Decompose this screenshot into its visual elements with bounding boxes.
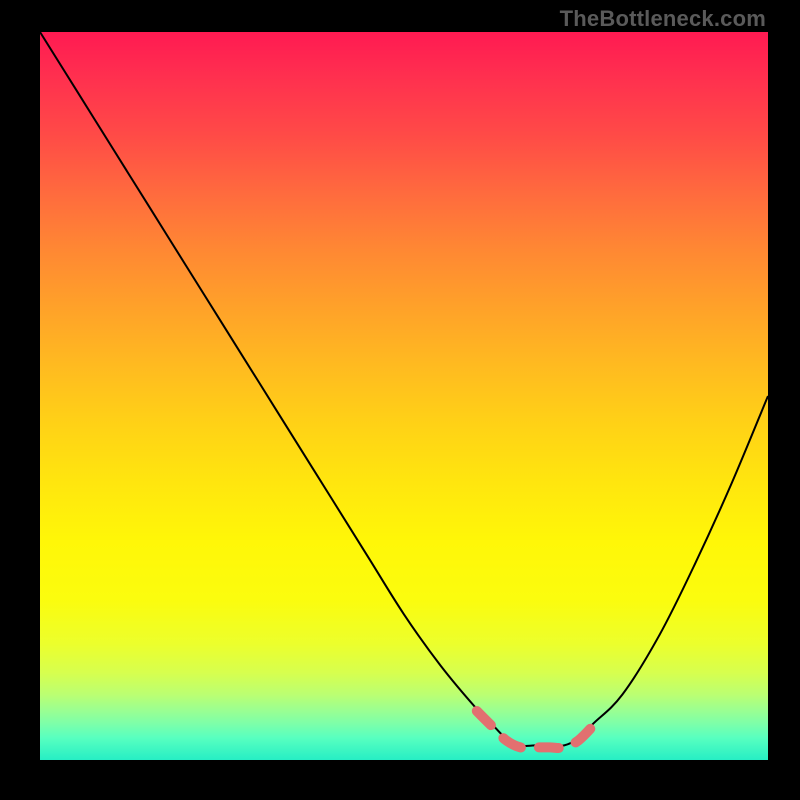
chart-gradient-frame xyxy=(40,32,768,760)
attribution-text: TheBottleneck.com xyxy=(560,6,766,32)
chart-svg xyxy=(40,32,768,760)
highlight-dashed-segment xyxy=(477,711,594,748)
bottleneck-curve xyxy=(40,32,768,746)
